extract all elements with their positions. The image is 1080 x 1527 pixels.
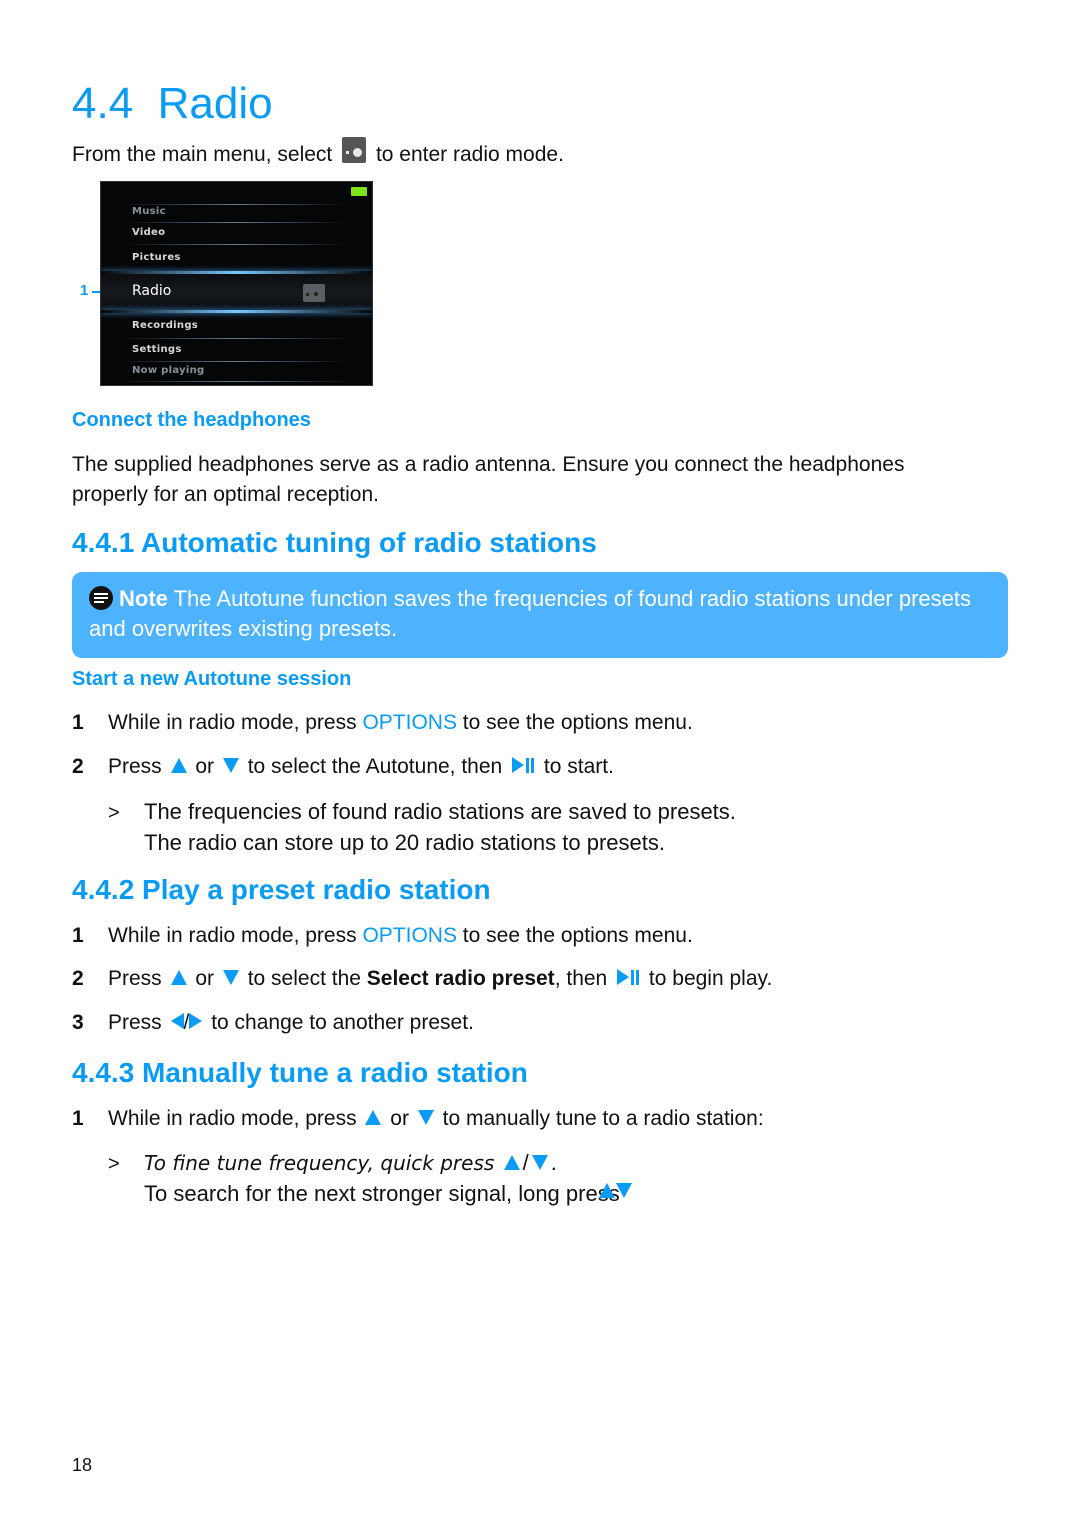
- menu-item-music: Music: [132, 206, 166, 217]
- manual-step-1: 1 While in radio mode, press or to manual…: [72, 1107, 764, 1130]
- menu-item-radio: Radio: [132, 283, 172, 299]
- options-key: OPTIONS: [362, 924, 457, 947]
- section-443-heading: 4.4.3 Manually tune a radio station: [72, 1057, 528, 1088]
- autotune-result: > The frequencies of found radio stations…: [108, 799, 736, 855]
- preset-step-2: 2 Press or to select the Select radio pre…: [72, 967, 773, 990]
- play-pause-icon: [617, 969, 640, 986]
- up-arrow-icon: [170, 757, 187, 773]
- device-screen: Music Video Pictures Radio Recordings Se…: [100, 181, 373, 386]
- down-arrow-icon: [531, 1154, 548, 1170]
- menu-item-recordings: Recordings: [132, 320, 199, 331]
- long-press-arrows: [596, 1183, 635, 1202]
- menu-item-settings: Settings: [132, 344, 182, 355]
- connect-heading: Connect the headphones: [72, 409, 311, 431]
- menu-item-video: Video: [132, 227, 166, 238]
- down-arrow-icon: [417, 1109, 434, 1125]
- intro-paragraph: From the main menu, select to enter radi…: [72, 137, 564, 170]
- autotune-step-1: 1 While in radio mode, press OPTIONS to s…: [72, 711, 693, 734]
- note-label: Note: [119, 586, 168, 611]
- autotune-step-2: 2 Press or to select the Autotune, then t…: [72, 755, 614, 778]
- down-arrow-icon: [222, 757, 239, 773]
- section-442-heading: 4.4.2 Play a preset radio station: [72, 874, 491, 905]
- radio-icon: [342, 137, 367, 164]
- up-arrow-icon: [170, 969, 187, 985]
- options-key: OPTIONS: [362, 711, 457, 734]
- left-arrow-icon: [170, 1013, 184, 1030]
- note-icon: [89, 586, 113, 611]
- intro-before: From the main menu, select: [72, 143, 333, 166]
- connect-text: The supplied headphones serve as a radio…: [72, 453, 905, 506]
- down-arrow-icon: [616, 1183, 632, 1199]
- manual-result: > To fine tune frequency, quick press /. …: [108, 1150, 620, 1206]
- note-body: The Autotune function saves the frequenc…: [89, 586, 972, 641]
- note-box: Note The Autotune function saves the fre…: [72, 572, 1008, 658]
- note-text: Note The Autotune function saves the fre…: [89, 584, 989, 644]
- battery-icon: [351, 187, 367, 196]
- menu-item-radio-selected: Radio: [101, 274, 372, 310]
- right-arrow-icon: [189, 1013, 203, 1030]
- preset-step-1: 1 While in radio mode, press OPTIONS to s…: [72, 924, 693, 947]
- preset-step-3: 3 Press / to change to another preset.: [72, 1011, 474, 1034]
- page-number: 18: [72, 1455, 93, 1475]
- radio-menu-icon: [303, 284, 325, 302]
- up-arrow-icon: [503, 1154, 520, 1170]
- up-arrow-icon: [365, 1109, 382, 1125]
- down-arrow-icon: [222, 969, 239, 985]
- menu-item-now-playing: Now playing: [132, 365, 205, 376]
- intro-after: to enter radio mode.: [375, 143, 564, 166]
- callout-number: 1: [80, 282, 89, 299]
- autotune-subheading: Start a new Autotune session: [72, 668, 352, 690]
- menu-item-pictures: Pictures: [132, 252, 181, 263]
- section-441-heading: 4.4.1 Automatic tuning of radio stations: [72, 527, 597, 558]
- page-title: 4.4 Radio: [72, 79, 273, 128]
- up-arrow-icon: [599, 1183, 615, 1199]
- play-pause-icon: [512, 757, 535, 774]
